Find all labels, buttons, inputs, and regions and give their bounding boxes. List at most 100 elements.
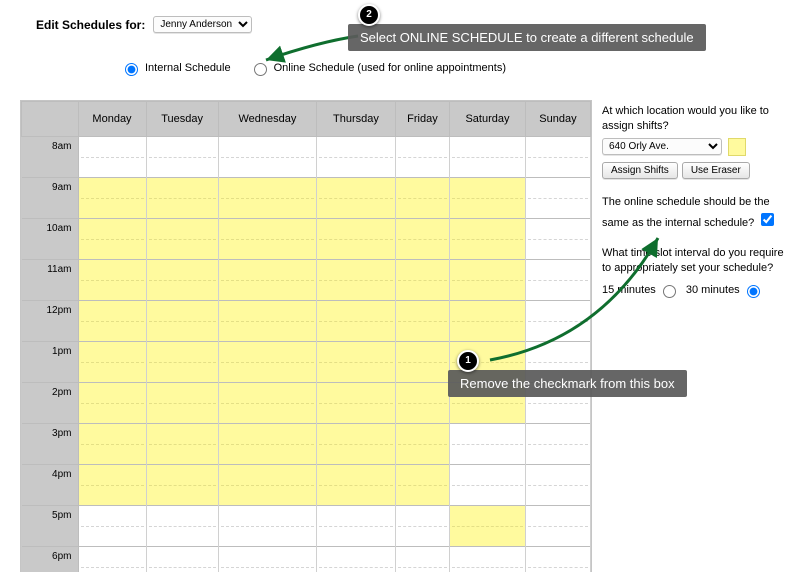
schedule-cell[interactable] bbox=[218, 219, 316, 260]
day-header: Thursday bbox=[317, 102, 396, 137]
schedule-grid[interactable]: MondayTuesdayWednesdayThursdayFridaySatu… bbox=[20, 100, 592, 572]
schedule-cell[interactable] bbox=[395, 301, 449, 342]
schedule-cell[interactable] bbox=[395, 137, 449, 178]
schedule-cell[interactable] bbox=[450, 260, 526, 301]
schedule-cell[interactable] bbox=[218, 342, 316, 383]
assign-shifts-button[interactable]: Assign Shifts bbox=[602, 162, 678, 179]
schedule-cell[interactable] bbox=[78, 506, 146, 547]
schedule-cell[interactable] bbox=[317, 383, 396, 424]
schedule-cell[interactable] bbox=[525, 547, 590, 572]
location-color-swatch bbox=[728, 138, 746, 156]
schedule-cell[interactable] bbox=[450, 178, 526, 219]
schedule-cell[interactable] bbox=[218, 506, 316, 547]
schedule-cell[interactable] bbox=[317, 301, 396, 342]
schedule-cell[interactable] bbox=[317, 342, 396, 383]
radio-internal[interactable]: Internal Schedule bbox=[120, 60, 231, 76]
schedule-cell[interactable] bbox=[317, 219, 396, 260]
time-label: 6pm bbox=[22, 547, 79, 572]
schedule-cell[interactable] bbox=[78, 260, 146, 301]
radio-online-input[interactable] bbox=[254, 63, 267, 76]
schedule-cell[interactable] bbox=[317, 506, 396, 547]
same-schedule-question: The online schedule should be the same a… bbox=[602, 196, 770, 229]
schedule-cell[interactable] bbox=[395, 260, 449, 301]
schedule-cell[interactable] bbox=[78, 137, 146, 178]
schedule-cell[interactable] bbox=[395, 424, 449, 465]
schedule-cell[interactable] bbox=[450, 424, 526, 465]
schedule-cell[interactable] bbox=[78, 383, 146, 424]
schedule-cell[interactable] bbox=[317, 465, 396, 506]
schedule-cell[interactable] bbox=[450, 301, 526, 342]
schedule-cell[interactable] bbox=[317, 260, 396, 301]
radio-online[interactable]: Online Schedule (used for online appoint… bbox=[249, 60, 506, 76]
interval-15-radio[interactable] bbox=[663, 285, 676, 298]
schedule-cell[interactable] bbox=[78, 178, 146, 219]
schedule-cell[interactable] bbox=[525, 219, 590, 260]
schedule-cell[interactable] bbox=[395, 178, 449, 219]
schedule-cell[interactable] bbox=[395, 383, 449, 424]
schedule-cell[interactable] bbox=[146, 260, 218, 301]
schedule-cell[interactable] bbox=[395, 219, 449, 260]
location-select[interactable]: 640 Orly Ave. bbox=[602, 138, 722, 155]
same-schedule-checkbox[interactable] bbox=[761, 213, 774, 226]
schedule-cell[interactable] bbox=[525, 137, 590, 178]
schedule-cell[interactable] bbox=[395, 465, 449, 506]
schedule-cell[interactable] bbox=[146, 506, 218, 547]
schedule-cell[interactable] bbox=[450, 465, 526, 506]
time-label: 12pm bbox=[22, 301, 79, 342]
schedule-cell[interactable] bbox=[78, 342, 146, 383]
schedule-cell[interactable] bbox=[78, 424, 146, 465]
time-label: 4pm bbox=[22, 465, 79, 506]
schedule-cell[interactable] bbox=[78, 547, 146, 572]
schedule-cell[interactable] bbox=[450, 219, 526, 260]
schedule-cell[interactable] bbox=[146, 424, 218, 465]
schedule-cell[interactable] bbox=[146, 465, 218, 506]
schedule-cell[interactable] bbox=[146, 383, 218, 424]
user-select[interactable]: Jenny Anderson bbox=[153, 16, 252, 33]
schedule-cell[interactable] bbox=[146, 342, 218, 383]
schedule-cell[interactable] bbox=[218, 178, 316, 219]
interval-15[interactable]: 15 minutes bbox=[602, 282, 679, 298]
time-label: 5pm bbox=[22, 506, 79, 547]
schedule-cell[interactable] bbox=[395, 342, 449, 383]
schedule-cell[interactable] bbox=[218, 260, 316, 301]
schedule-cell[interactable] bbox=[525, 465, 590, 506]
schedule-cell[interactable] bbox=[525, 301, 590, 342]
schedule-cell[interactable] bbox=[78, 301, 146, 342]
schedule-cell[interactable] bbox=[218, 424, 316, 465]
interval-30[interactable]: 30 minutes bbox=[686, 282, 763, 298]
schedule-cell[interactable] bbox=[218, 383, 316, 424]
schedule-cell[interactable] bbox=[525, 424, 590, 465]
day-header: Tuesday bbox=[146, 102, 218, 137]
schedule-cell[interactable] bbox=[218, 465, 316, 506]
radio-internal-input[interactable] bbox=[125, 63, 138, 76]
day-header: Monday bbox=[78, 102, 146, 137]
schedule-cell[interactable] bbox=[450, 506, 526, 547]
schedule-cell[interactable] bbox=[450, 547, 526, 572]
schedule-cell[interactable] bbox=[146, 137, 218, 178]
schedule-cell[interactable] bbox=[317, 137, 396, 178]
schedule-cell[interactable] bbox=[395, 506, 449, 547]
schedule-cell[interactable] bbox=[450, 137, 526, 178]
schedule-cell[interactable] bbox=[146, 301, 218, 342]
schedule-cell[interactable] bbox=[78, 465, 146, 506]
radio-internal-label: Internal Schedule bbox=[145, 62, 231, 74]
schedule-cell[interactable] bbox=[146, 178, 218, 219]
schedule-cell[interactable] bbox=[146, 547, 218, 572]
schedule-cell[interactable] bbox=[218, 301, 316, 342]
location-question: At which location would you like to assi… bbox=[602, 104, 792, 134]
schedule-cell[interactable] bbox=[525, 506, 590, 547]
interval-30-radio[interactable] bbox=[747, 285, 760, 298]
schedule-cell[interactable] bbox=[395, 547, 449, 572]
schedule-cell[interactable] bbox=[525, 178, 590, 219]
schedule-cell[interactable] bbox=[317, 424, 396, 465]
schedule-cell[interactable] bbox=[218, 137, 316, 178]
use-eraser-button[interactable]: Use Eraser bbox=[682, 162, 750, 179]
schedule-cell[interactable] bbox=[317, 547, 396, 572]
day-header: Saturday bbox=[450, 102, 526, 137]
schedule-cell[interactable] bbox=[146, 219, 218, 260]
schedule-cell[interactable] bbox=[218, 547, 316, 572]
schedule-cell[interactable] bbox=[525, 260, 590, 301]
radio-online-label: Online Schedule (used for online appoint… bbox=[274, 62, 506, 74]
schedule-cell[interactable] bbox=[317, 178, 396, 219]
schedule-cell[interactable] bbox=[78, 219, 146, 260]
